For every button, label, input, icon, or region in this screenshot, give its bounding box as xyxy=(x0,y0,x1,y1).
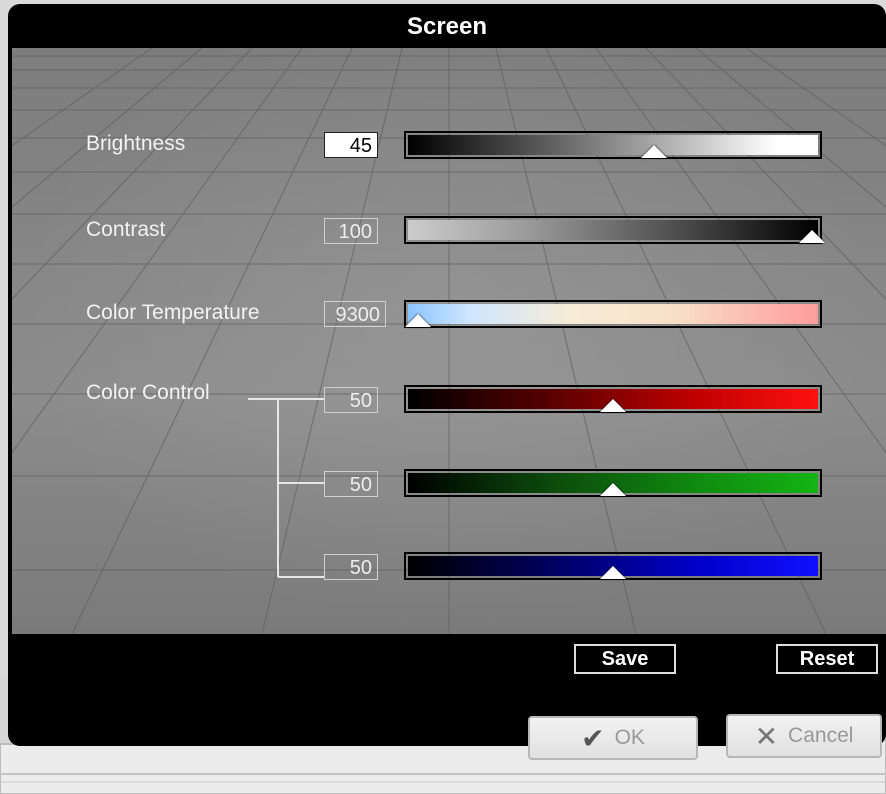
contrast-slider-thumb[interactable] xyxy=(798,230,825,243)
green-slider-thumb[interactable] xyxy=(600,483,626,496)
brightness-value-field[interactable]: 45 xyxy=(324,132,378,158)
blue-slider[interactable] xyxy=(404,552,822,580)
x-icon: ✕ xyxy=(754,720,779,752)
cancel-button[interactable]: ✕ Cancel xyxy=(726,714,882,758)
brightness-label: Brightness xyxy=(86,132,186,155)
green-slider[interactable] xyxy=(404,469,822,497)
blue-value-field[interactable]: 50 xyxy=(324,554,378,580)
contrast-slider[interactable] xyxy=(404,216,825,244)
contrast-label: Contrast xyxy=(86,218,166,241)
contrast-value-field[interactable]: 100 xyxy=(324,218,378,244)
brightness-slider[interactable] xyxy=(404,131,822,159)
window-title: Screen xyxy=(406,13,488,40)
ok-button[interactable]: ✔ OK xyxy=(528,716,698,760)
settings-panel: Brightness 45 Contrast 100 Color Tempera… xyxy=(12,48,886,634)
ok-button-label: OK xyxy=(614,726,645,749)
brightness-slider-thumb[interactable] xyxy=(641,145,668,158)
red-value-field[interactable]: 50 xyxy=(324,387,378,413)
reset-button[interactable]: Reset xyxy=(776,644,878,674)
red-slider[interactable] xyxy=(404,385,822,413)
save-button[interactable]: Save xyxy=(574,644,676,674)
color-temperature-slider-thumb[interactable] xyxy=(405,314,432,327)
color-temperature-slider[interactable] xyxy=(404,300,822,328)
color-temperature-value-field[interactable]: 9300 xyxy=(324,301,386,327)
color-temperature-label: Color Temperature xyxy=(86,301,260,324)
screen-window: Screen Brightness 45 Contrast 100 Color … xyxy=(8,4,886,746)
green-value-field[interactable]: 50 xyxy=(324,471,378,497)
color-control-label: Color Control xyxy=(86,381,210,404)
blue-slider-thumb[interactable] xyxy=(600,566,626,579)
red-slider-thumb[interactable] xyxy=(600,399,626,412)
cancel-button-label: Cancel xyxy=(788,724,854,747)
checkmark-icon: ✔ xyxy=(581,722,605,754)
